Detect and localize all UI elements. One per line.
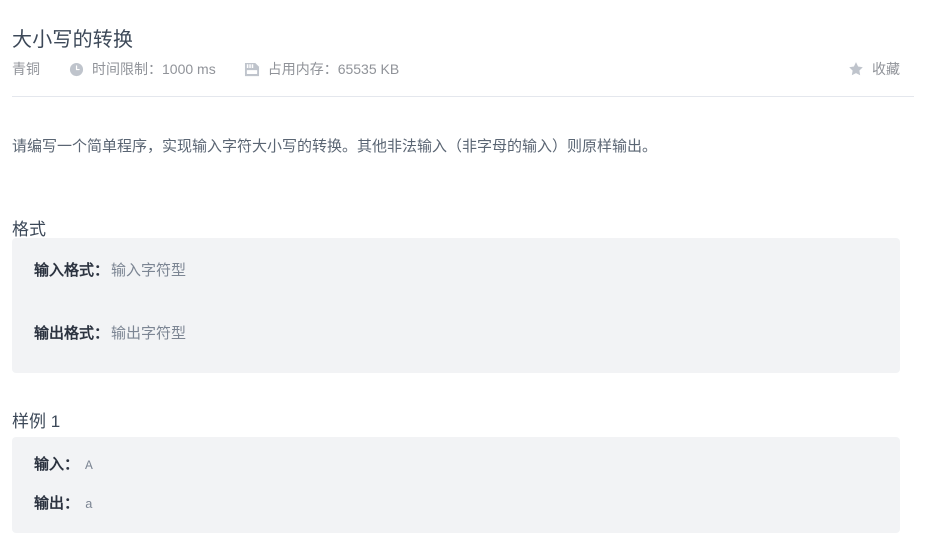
problem-page: 大小写的转换 青铜 时间限制： 1000 ms 占用内存： 65535 KB 收… bbox=[0, 0, 926, 556]
sample-input-value: A bbox=[85, 458, 93, 473]
output-format-value: 输出字符型 bbox=[111, 325, 187, 342]
problem-description: 请编写一个简单程序，实现输入字符大小写的转换。其他非法输入（非字母的输入）则原样… bbox=[12, 138, 658, 155]
sample-section-heading: 样例 1 bbox=[12, 412, 61, 432]
format-panel: 输入格式： 输入字符型 输出格式： 输出字符型 bbox=[12, 238, 900, 373]
time-limit-info: 时间限制： 1000 ms bbox=[68, 57, 216, 81]
time-limit-value: 1000 ms bbox=[162, 61, 216, 77]
favorite-label: 收藏 bbox=[872, 61, 900, 77]
sample-panel: 输入： A 输出： a bbox=[12, 437, 900, 533]
sample-output-row: 输出： a bbox=[34, 493, 878, 515]
output-format-row: 输出格式： 输出字符型 bbox=[34, 323, 878, 345]
memory-limit-label: 占用内存： bbox=[267, 61, 338, 77]
page-title: 大小写的转换 bbox=[12, 29, 134, 52]
sample-output-label: 输出： bbox=[34, 495, 80, 512]
input-format-label: 输入格式： bbox=[34, 262, 110, 279]
input-format-row: 输入格式： 输入字符型 bbox=[34, 260, 878, 282]
sample-input-row: 输入： A bbox=[34, 454, 878, 476]
favorite-button[interactable]: 收藏 bbox=[848, 57, 914, 81]
memory-card-icon bbox=[244, 61, 261, 78]
clock-icon bbox=[68, 61, 85, 78]
memory-limit-value: 65535 KB bbox=[337, 61, 400, 77]
star-icon bbox=[848, 61, 864, 77]
output-format-label: 输出格式： bbox=[34, 325, 110, 342]
sample-output-value: a bbox=[85, 497, 93, 512]
header-divider bbox=[12, 96, 914, 97]
difficulty-badge: 青铜 bbox=[12, 57, 40, 81]
sample-input-label: 输入： bbox=[34, 456, 80, 473]
difficulty-label: 青铜 bbox=[12, 61, 40, 77]
input-format-value: 输入字符型 bbox=[111, 262, 187, 279]
memory-limit-info: 占用内存： 65535 KB bbox=[244, 57, 400, 81]
time-limit-label: 时间限制： bbox=[92, 61, 162, 77]
problem-meta-bar: 青铜 时间限制： 1000 ms 占用内存： 65535 KB 收藏 bbox=[12, 57, 914, 81]
